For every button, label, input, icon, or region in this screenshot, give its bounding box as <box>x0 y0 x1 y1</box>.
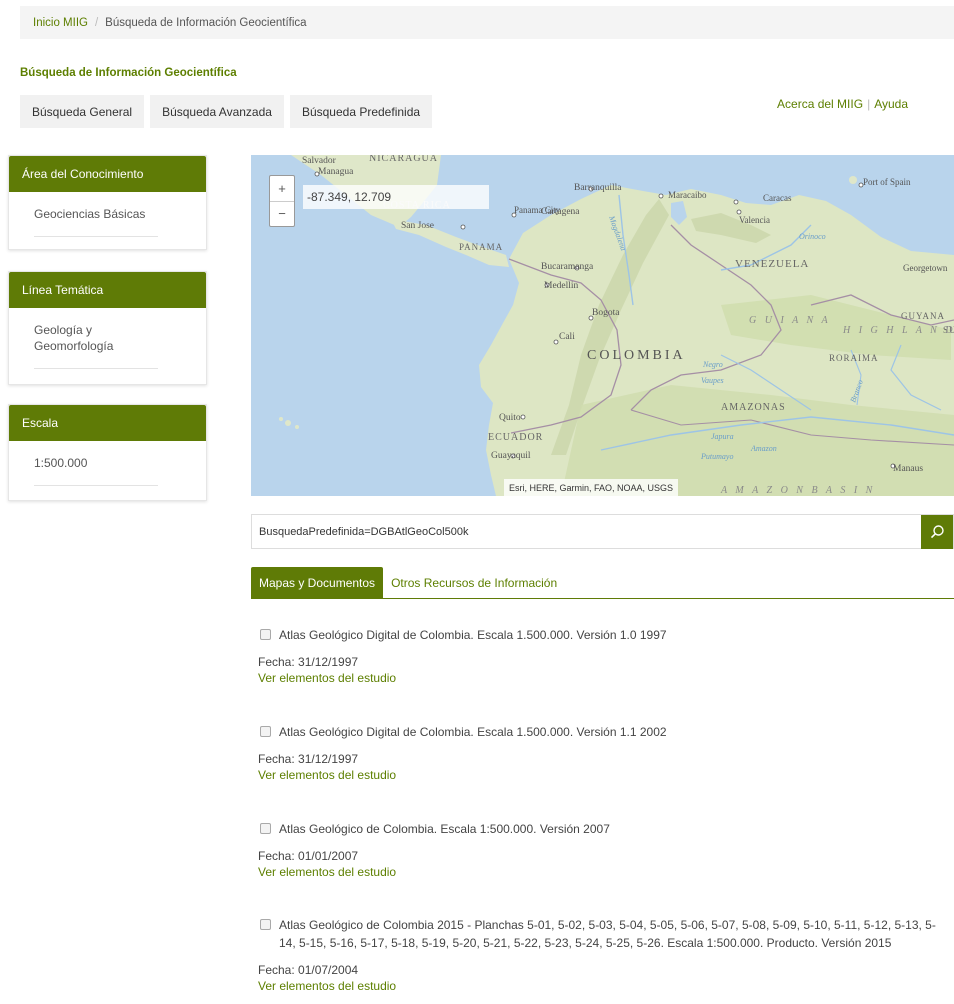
result-tabs: Mapas y Documentos Otros Recursos de Inf… <box>251 567 954 599</box>
result-checkbox[interactable] <box>260 823 271 834</box>
map-label-cali: Cali <box>559 332 575 342</box>
map-label-nicaragua: NICARAGUA <box>369 155 438 164</box>
map-label-japura: Japura <box>711 432 734 441</box>
tab-busqueda-general[interactable]: Búsqueda General <box>20 95 145 128</box>
list-item: Atlas Geológico Digital de Colombia. Esc… <box>258 723 948 820</box>
results-list: Atlas Geológico Digital de Colombia. Esc… <box>258 626 948 994</box>
map-coordinates: -87.349, 12.709 <box>303 185 489 209</box>
map-label-manaus: Manaus <box>893 464 923 474</box>
about-link[interactable]: Acerca del MIIG <box>777 97 863 111</box>
result-date: Fecha: 01/01/2007 <box>258 849 359 863</box>
filter-panel-linea: Línea Temática Geología y Geomorfología <box>8 271 207 385</box>
search-bar <box>251 514 954 549</box>
map-view[interactable]: Salvador Managua San Jose Panama City Ba… <box>251 155 954 496</box>
map-label-guayaquil: Guayaquil <box>491 451 531 461</box>
map-label-guyana: GUYANA <box>901 311 945 321</box>
filter-panel-linea-title: Línea Temática <box>9 272 206 308</box>
map-label-maracaibo: Maracaibo <box>668 190 707 200</box>
map-label-cartagena: Cartagena <box>541 207 580 217</box>
map-label-managua: Managua <box>318 167 354 177</box>
filter-panel-escala: Escala 1:500.000 <box>8 404 207 501</box>
breadcrumb-current: Búsqueda de Información Geocientífica <box>105 16 307 29</box>
map-label-bucaramanga: Bucaramanga <box>541 262 594 272</box>
result-checkbox[interactable] <box>260 919 271 930</box>
result-link[interactable]: Ver elementos del estudio <box>258 864 948 880</box>
map-label-amazonas: AMAZONAS <box>721 402 786 413</box>
map-label-guiana: G U I A N A <box>749 315 831 326</box>
result-date: Fecha: 01/07/2004 <box>258 963 359 977</box>
filter-panel-escala-title: Escala <box>9 405 206 441</box>
result-date: Fecha: 31/12/1997 <box>258 655 359 669</box>
map-label-san-jose: San Jose <box>401 221 434 231</box>
map-label-venezuela: VENEZUELA <box>735 258 809 270</box>
map-label-roraima: RORAIMA <box>829 353 879 363</box>
tab-busqueda-avanzada[interactable]: Búsqueda Avanzada <box>150 95 284 128</box>
result-title: Atlas Geológico Digital de Colombia. Esc… <box>279 725 667 739</box>
map-label-bogota: Bogota <box>592 308 620 318</box>
map-label-amazon-river: Amazon <box>750 444 777 453</box>
tab-otros-recursos[interactable]: Otros Recursos de Información <box>383 567 565 598</box>
breadcrumb-separator: / <box>94 16 99 29</box>
map-label-port-of-spain: Port of Spain <box>863 177 911 187</box>
list-item: Atlas Geológico de Colombia. Escala 1:50… <box>258 820 948 916</box>
breadcrumb: Inicio MIIG / Búsqueda de Información Ge… <box>20 6 954 39</box>
filter-value-linea[interactable]: Geología y Geomorfología <box>34 322 158 369</box>
map-label-caracas: Caracas <box>763 193 792 203</box>
map-label-quito: Quito <box>499 413 521 423</box>
map-label-highlands: H I G H L A N D S <box>842 325 954 336</box>
top-links: Acerca del MIIG | Ayuda <box>777 97 908 111</box>
list-item: Atlas Geológico de Colombia 2015 - Planc… <box>258 916 948 994</box>
result-title: Atlas Geológico Digital de Colombia. Esc… <box>279 628 667 642</box>
filter-value-area[interactable]: Geociencias Básicas <box>34 206 158 237</box>
result-link[interactable]: Ver elementos del estudio <box>258 767 948 783</box>
map-attribution: Esri, HERE, Garmin, FAO, NOAA, USGS <box>504 479 679 496</box>
map-label-amazon-basin: A M A Z O N B A S I N <box>720 485 875 496</box>
top-links-divider: | <box>867 97 871 111</box>
result-title: Atlas Geológico de Colombia 2015 - Planc… <box>279 918 936 950</box>
breadcrumb-home-link[interactable]: Inicio MIIG <box>33 17 88 29</box>
map-label-orinoco: Orinoco <box>799 232 826 241</box>
map-label-medellin: Medellin <box>544 281 579 291</box>
search-mode-tabs: Búsqueda General Búsqueda Avanzada Búsqu… <box>20 95 433 128</box>
filter-panel-area: Área del Conocimiento Geociencias Básica… <box>8 155 207 250</box>
search-input[interactable] <box>252 515 921 548</box>
result-title: Atlas Geológico de Colombia. Escala 1:50… <box>279 822 610 836</box>
map-label-barranquilla: Barranquilla <box>574 183 622 193</box>
search-icon <box>930 524 944 538</box>
page-title: Búsqueda de Información Geocientífica <box>20 67 237 79</box>
result-checkbox[interactable] <box>260 726 271 737</box>
map-label-georgetown: Georgetown <box>903 263 948 273</box>
search-button[interactable] <box>921 514 953 549</box>
result-date: Fecha: 31/12/1997 <box>258 752 359 766</box>
help-link[interactable]: Ayuda <box>874 97 908 111</box>
map-label-valencia: Valencia <box>739 215 770 225</box>
map-label-ecuador: ECUADOR <box>488 432 543 443</box>
zoom-out-button[interactable]: − <box>270 200 294 227</box>
tab-mapas-documentos[interactable]: Mapas y Documentos <box>251 567 384 598</box>
map-label-vaupes: Vaupes <box>701 376 724 385</box>
zoom-in-button[interactable]: + <box>270 176 294 201</box>
filter-panel-area-title: Área del Conocimiento <box>9 156 206 192</box>
map-label-colombia: COLOMBIA <box>587 348 686 363</box>
map-label-negro: Negro <box>702 360 723 369</box>
result-link[interactable]: Ver elementos del estudio <box>258 670 948 686</box>
map-label-panama-country: PANAMA <box>459 242 503 252</box>
map-zoom-control: + − <box>269 175 295 227</box>
map-label-salvador: Salvador <box>302 156 337 166</box>
result-checkbox[interactable] <box>260 629 271 640</box>
list-item: Atlas Geológico Digital de Colombia. Esc… <box>258 626 948 723</box>
map-label-putumayo: Putumayo <box>700 452 733 461</box>
tab-busqueda-predefinida[interactable]: Búsqueda Predefinida <box>289 95 433 128</box>
filter-value-escala[interactable]: 1:500.000 <box>34 455 158 486</box>
result-link[interactable]: Ver elementos del estudio <box>258 978 948 994</box>
